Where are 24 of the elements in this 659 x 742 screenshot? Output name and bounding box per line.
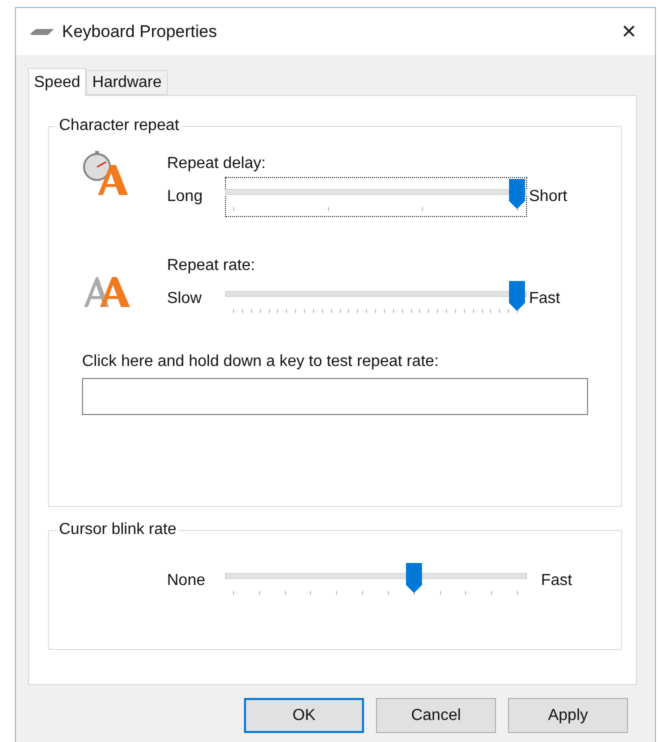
- max-label: Fast: [529, 290, 562, 308]
- min-label: Slow: [167, 290, 203, 308]
- test-label: Click here and hold down a key to test repeat rate:: [82, 353, 439, 370]
- group-title: Character repeat: [57, 117, 182, 135]
- slider-label: Repeat rate:: [167, 257, 256, 274]
- min-label: None: [167, 572, 206, 590]
- dialog-button[interactable]: OK: [244, 698, 364, 733]
- tab[interactable]: Speed: [28, 68, 86, 96]
- close-button[interactable]: ✕: [615, 20, 643, 44]
- slider-label: Repeat delay:: [167, 155, 266, 172]
- max-label: Short: [529, 188, 568, 206]
- dialog-button[interactable]: Cancel: [376, 698, 496, 733]
- slider-thumb[interactable]: [508, 281, 526, 311]
- tab[interactable]: Hardware: [86, 70, 168, 95]
- keyboard-icon: [30, 28, 54, 36]
- window-title: Keyboard Properties: [62, 22, 218, 42]
- min-label: Long: [167, 188, 204, 206]
- slider-thumb[interactable]: [508, 179, 526, 209]
- slider-thumb[interactable]: [404, 563, 423, 593]
- slider[interactable]: [225, 177, 527, 217]
- dialog-button[interactable]: Apply: [508, 698, 628, 733]
- input-field[interactable]: [82, 378, 588, 415]
- double-letter-icon: [82, 275, 132, 309]
- max-label: Fast: [541, 572, 574, 590]
